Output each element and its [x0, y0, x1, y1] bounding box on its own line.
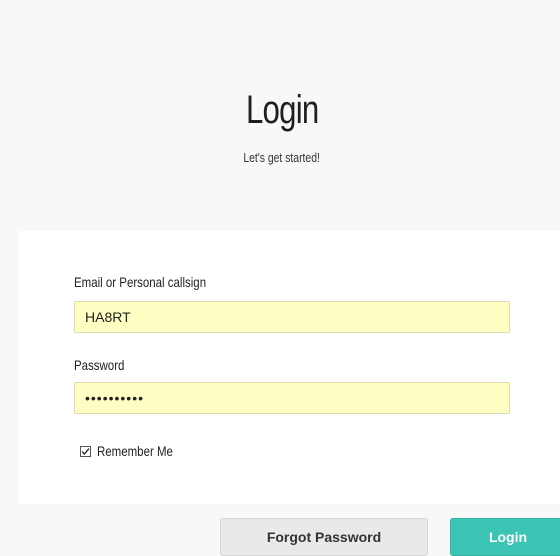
page-title: Login [245, 88, 319, 132]
email-label: Email or Personal callsign [74, 274, 207, 290]
password-label: Password [74, 357, 125, 373]
password-field[interactable] [74, 382, 510, 414]
page-subtitle: Let's get started! [243, 150, 320, 165]
login-form: Email or Personal callsign Password Reme… [18, 231, 560, 504]
remember-me-row[interactable]: Remember Me [80, 442, 190, 460]
forgot-password-button[interactable]: Forgot Password [220, 518, 428, 556]
checkmark-icon [81, 447, 90, 455]
remember-me-label: Remember Me [97, 443, 173, 459]
remember-me-checkbox[interactable] [80, 445, 91, 457]
email-field[interactable] [74, 301, 510, 333]
login-button[interactable]: Login [450, 518, 560, 556]
page-header: Login Let's get started! [0, 0, 560, 230]
